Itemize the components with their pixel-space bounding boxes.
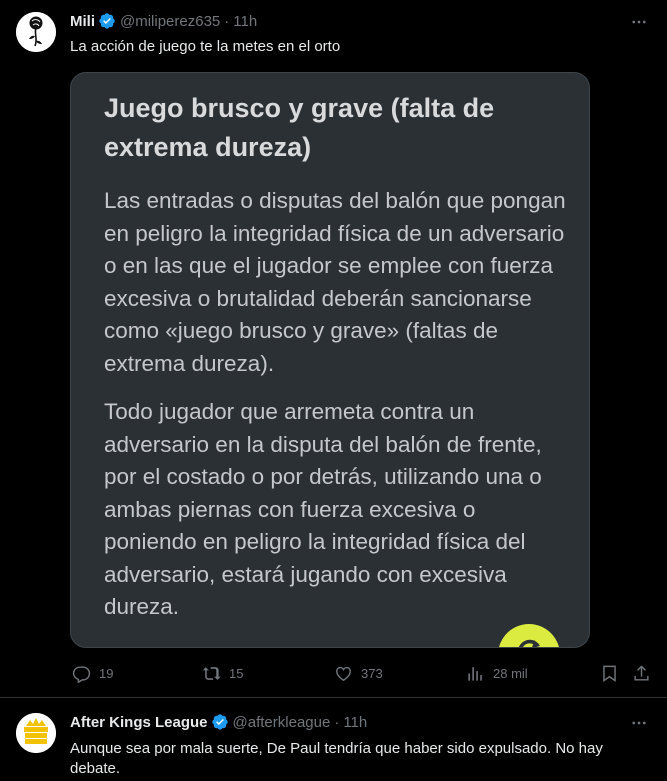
avatar[interactable]: [16, 713, 56, 753]
reply-button[interactable]: 19: [72, 660, 113, 686]
share-button[interactable]: [632, 660, 651, 686]
media-paragraph: Todo jugador que arremeta contra un adve…: [104, 399, 542, 619]
more-button[interactable]: [629, 12, 649, 32]
timestamp[interactable]: 11h: [343, 714, 367, 731]
display-name[interactable]: Mili: [70, 13, 95, 30]
more-icon: [632, 20, 646, 24]
media-title: Juego brusco y grave (falta de extrema d…: [104, 93, 495, 162]
separator-dot: ·: [224, 12, 230, 30]
media-paragraph: Las entradas o disputas del balón que po…: [104, 188, 566, 376]
views-icon: [468, 666, 482, 681]
tweet-text: Aunque sea por mala suerte, De Paul tend…: [70, 740, 603, 777]
reply-count: 19: [99, 665, 114, 681]
views-button[interactable]: 28 mil: [466, 660, 528, 686]
after-kings-league-logo-icon: [16, 713, 56, 753]
handle[interactable]: @afterkleague: [233, 714, 331, 731]
refresh-icon: [518, 639, 540, 647]
tweet-header: After Kings League @afterkleague · 11h: [70, 713, 367, 731]
tweet-header: Mili @miliperez635 · 11h: [70, 12, 257, 30]
verified-badge-icon: [211, 714, 228, 730]
rose-avatar-icon: [16, 12, 56, 52]
handle[interactable]: @miliperez635: [120, 13, 220, 30]
display-name[interactable]: After Kings League: [70, 714, 208, 731]
more-icon: [632, 721, 646, 725]
bookmark-icon: [603, 665, 616, 682]
retweet-icon: [203, 666, 221, 680]
retweet-count: 15: [229, 665, 244, 681]
refresh-badge: [498, 624, 560, 647]
tweet[interactable]: After Kings League @afterkleague · 11h A…: [0, 697, 667, 781]
verified-badge-icon: [99, 13, 115, 29]
retweet-button[interactable]: 15: [202, 660, 243, 686]
share-icon: [634, 664, 649, 681]
view-count: 28 mil: [493, 665, 528, 681]
media-image[interactable]: Juego brusco y grave (falta de extrema d…: [70, 72, 590, 648]
tweet-text: La acción de juego te la metes en el ort…: [70, 38, 341, 55]
tweet[interactable]: Mili @miliperez635 · 11h La acción de ju…: [0, 0, 667, 697]
more-button[interactable]: [629, 713, 649, 733]
separator-dot: ·: [334, 713, 340, 731]
timestamp[interactable]: 11h: [233, 13, 257, 30]
bookmark-button[interactable]: [600, 660, 619, 686]
like-count: 373: [361, 665, 383, 681]
like-button[interactable]: 373: [334, 660, 383, 686]
reply-icon: [72, 665, 91, 683]
tweet-actions: 19 15 373 28 mil: [70, 660, 660, 686]
like-icon: [336, 666, 351, 681]
avatar[interactable]: [16, 12, 56, 52]
